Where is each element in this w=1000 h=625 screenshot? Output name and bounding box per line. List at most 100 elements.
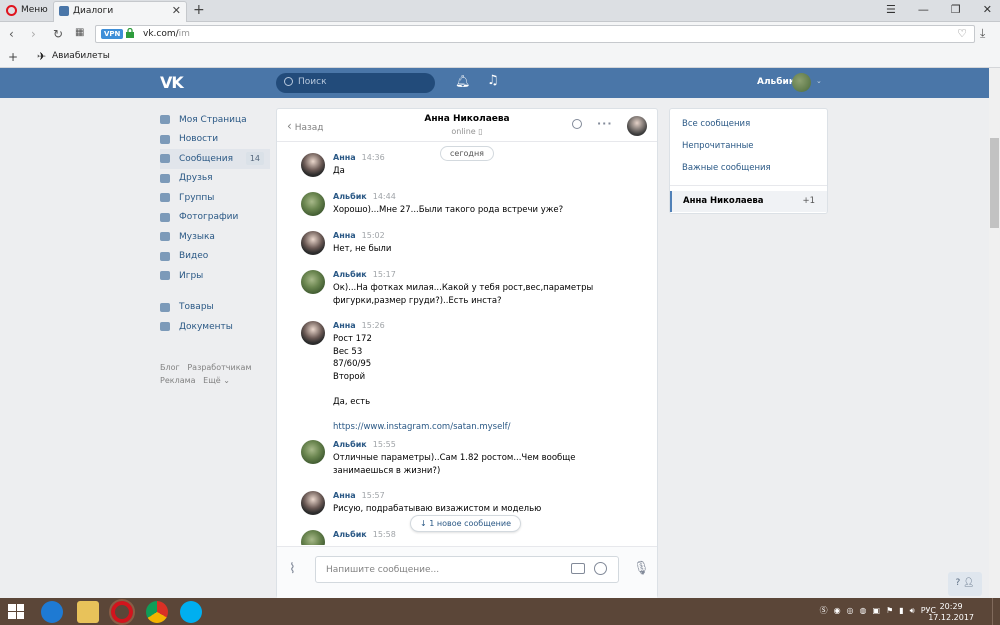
nav-documents[interactable]: Документы (160, 317, 270, 337)
help-label: ? (955, 578, 961, 588)
smile-icon[interactable] (594, 562, 607, 575)
message-author[interactable]: Анна (333, 153, 356, 162)
clock[interactable]: 20:29 17.12.2017 (928, 601, 974, 623)
filter-all-messages[interactable]: Все сообщения (682, 119, 750, 129)
opera-taskbar-icon[interactable] (109, 599, 135, 625)
lock-icon (126, 28, 134, 38)
message-author[interactable]: Альбик (333, 530, 367, 539)
bookmark-heart-icon[interactable]: ♡ (957, 27, 967, 40)
message-author[interactable]: Альбик (333, 440, 367, 449)
nav-messages[interactable]: Сообщения 14 (160, 149, 270, 169)
back-arrow-icon[interactable]: ‹ (9, 27, 14, 41)
new-message-button[interactable]: ↓ 1 новое сообщение (410, 515, 522, 532)
link-ads[interactable]: Реклама (160, 376, 196, 385)
chat-search-icon[interactable] (572, 119, 582, 129)
microphone-icon[interactable]: 🎙︎ (633, 561, 650, 576)
close-window-icon[interactable]: ✕ (983, 3, 992, 16)
nav-video[interactable]: Видео (160, 247, 270, 267)
minimize-icon[interactable]: — (918, 3, 929, 16)
message-input[interactable]: Напишите сообщение... (315, 556, 619, 583)
page-scrollbar[interactable] (989, 68, 1000, 598)
nav-goods[interactable]: Товары (160, 298, 270, 318)
forward-arrow-icon[interactable]: › (31, 27, 36, 41)
more-dots-icon[interactable]: ··· (597, 117, 613, 130)
skype-tray-icon[interactable]: Ⓢ (820, 605, 828, 616)
avatar[interactable] (301, 491, 325, 515)
nav-label: Видео (179, 251, 209, 262)
file-explorer-icon[interactable] (77, 601, 99, 623)
avatar[interactable] (301, 440, 325, 464)
reload-icon[interactable]: ↻ (53, 27, 63, 41)
message-header: Анна 15:02 (333, 231, 385, 240)
search-input[interactable]: Поиск (276, 73, 435, 93)
header-avatar[interactable] (792, 73, 811, 92)
avatar[interactable] (301, 231, 325, 255)
message-header: Альбик 15:55 (333, 440, 396, 449)
chrome-tray-icon[interactable]: ◍ (860, 606, 867, 615)
skype-icon[interactable] (180, 601, 202, 623)
volume-icon[interactable]: 🔊︎ (910, 606, 915, 616)
avatar[interactable] (301, 153, 325, 177)
url-field[interactable]: VPN vk.com/im ♡ (95, 25, 975, 43)
message-text: Нет, не были (333, 244, 392, 254)
active-dialog-item[interactable]: Анна Николаева +1 (670, 191, 827, 212)
vk-logo[interactable]: VK (160, 73, 184, 92)
link-blog[interactable]: Блог (160, 363, 180, 372)
vpn-badge[interactable]: VPN (101, 29, 124, 39)
filter-unread[interactable]: Непрочитанные (682, 141, 754, 151)
tab-dialogs[interactable]: Диалоги ✕ (53, 1, 187, 22)
header-user-name[interactable]: Альбик (757, 77, 795, 87)
close-tab-icon[interactable]: ✕ (172, 4, 181, 17)
nav-news[interactable]: Новости (160, 130, 270, 150)
peer-avatar[interactable] (627, 116, 647, 136)
message-author[interactable]: Альбик (333, 270, 367, 279)
avatar[interactable] (301, 270, 325, 294)
show-desktop-button[interactable] (992, 598, 998, 625)
nav-label: Товары (179, 302, 214, 313)
message-author[interactable]: Анна (333, 491, 356, 500)
opera-logo-icon[interactable] (6, 5, 17, 16)
bookmark-aviabilety[interactable]: Авиабилеты (52, 51, 110, 61)
tab-menu-icon[interactable]: ☰ (886, 3, 896, 16)
speed-dial-icon[interactable]: ▦ (75, 27, 84, 38)
scrollbar-thumb[interactable] (990, 138, 999, 228)
new-tab-button[interactable]: + (193, 2, 205, 18)
paperclip-icon[interactable]: ⌇ (289, 561, 296, 577)
wifi-icon[interactable]: ▮ (899, 606, 903, 615)
viber-tray-icon[interactable]: ◉ (834, 606, 841, 615)
network-tray-icon[interactable]: ▣ (873, 606, 881, 615)
restore-icon[interactable]: ❐ (951, 3, 961, 16)
nav-my-page[interactable]: Моя Страница (160, 110, 270, 130)
camera-icon[interactable] (571, 563, 585, 574)
filter-important[interactable]: Важные сообщения (682, 163, 771, 173)
message-author[interactable]: Альбик (333, 192, 367, 201)
nav-music[interactable]: Музыка (160, 227, 270, 247)
help-button[interactable]: ? 👤︎ (948, 572, 982, 596)
steam-tray-icon[interactable]: ◎ (847, 606, 854, 615)
home-icon (160, 115, 170, 125)
music-note-icon[interactable]: ♫ (487, 73, 499, 88)
nav-groups[interactable]: Группы (160, 188, 270, 208)
internet-explorer-icon[interactable] (41, 601, 63, 623)
chrome-icon[interactable] (146, 601, 168, 623)
link-developers[interactable]: Разработчикам (187, 363, 251, 372)
chevron-down-icon[interactable]: ⌄ (816, 77, 822, 85)
opera-menu-button[interactable]: Меню (21, 5, 48, 15)
instagram-link[interactable]: https://www.instagram.com/satan.myself/ (333, 422, 511, 432)
nav-photos[interactable]: Фотографии (160, 208, 270, 228)
message-author[interactable]: Анна (333, 231, 356, 240)
avatar[interactable] (301, 321, 325, 345)
flag-tray-icon[interactable]: ⚑ (886, 606, 893, 615)
avatar[interactable] (301, 192, 325, 216)
message-time: 15:02 (361, 231, 385, 240)
windows-start-icon[interactable] (8, 604, 24, 619)
message-author[interactable]: Анна (333, 321, 356, 330)
group-icon (160, 193, 170, 203)
link-more[interactable]: Ещё ⌄ (203, 376, 230, 385)
avatar[interactable] (301, 530, 325, 545)
nav-games[interactable]: Игры (160, 266, 270, 286)
bell-icon[interactable]: 🔔︎ (455, 74, 470, 88)
add-bookmark-icon[interactable]: + (8, 50, 18, 64)
nav-friends[interactable]: Друзья (160, 169, 270, 189)
download-icon[interactable]: ⤓ (980, 26, 985, 41)
